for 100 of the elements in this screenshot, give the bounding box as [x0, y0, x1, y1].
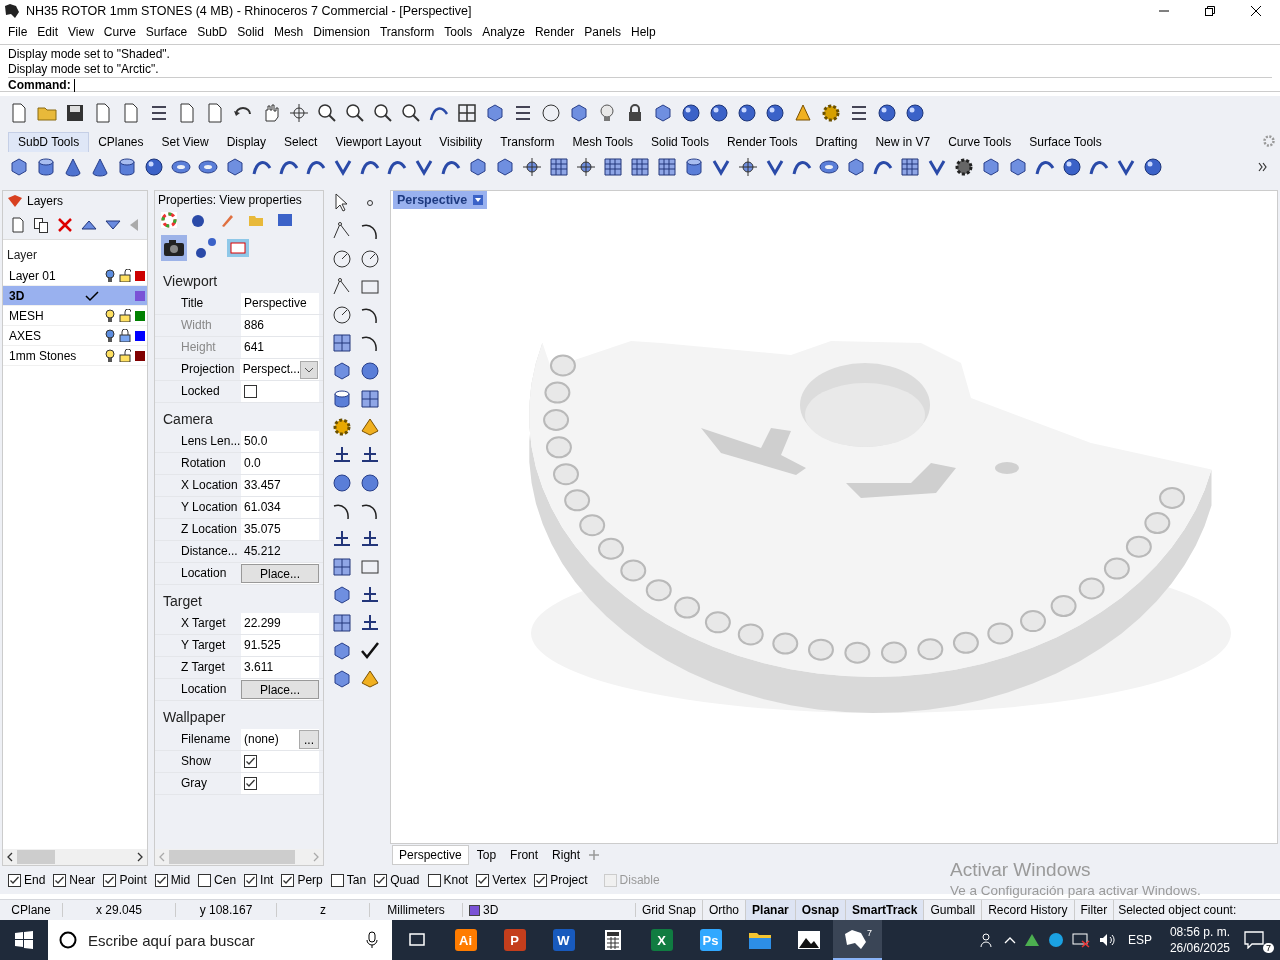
tray-app-icon[interactable] [1023, 932, 1040, 948]
chevron-up-icon[interactable] [1003, 936, 1016, 944]
checkbox-label[interactable]: End [24, 873, 46, 887]
menu-item[interactable]: Analyze [477, 25, 530, 39]
property-field[interactable]: 22.299 [241, 613, 319, 634]
toolbar-tab[interactable]: Solid Tools [642, 133, 718, 152]
gear-icon[interactable] [953, 156, 975, 178]
crosshair-icon[interactable] [737, 156, 759, 178]
color-swatch[interactable] [135, 290, 145, 301]
cylinder-icon[interactable] [116, 156, 138, 178]
grid-icon[interactable] [548, 156, 570, 178]
viewport-tab[interactable]: Perspective [392, 845, 469, 865]
checkbox[interactable] [244, 385, 257, 398]
toolbar-tab[interactable]: Visibility [430, 133, 492, 152]
checkbox-label[interactable]: Int [260, 873, 274, 887]
search-icon[interactable] [316, 102, 338, 124]
cone-icon[interactable] [359, 668, 381, 690]
circle-icon[interactable] [359, 248, 381, 270]
molecule-icon[interactable] [193, 235, 219, 261]
status-toggle[interactable]: SmartTrack [846, 900, 925, 920]
checkbox-label[interactable]: Point [119, 873, 147, 887]
checkbox[interactable] [103, 873, 117, 887]
viewport-label[interactable]: Perspective [393, 191, 488, 209]
place-button[interactable]: Place... [241, 564, 319, 583]
checkbox-label[interactable]: Vertex [492, 873, 527, 887]
grid-icon[interactable] [331, 332, 353, 354]
checkbox[interactable] [244, 873, 258, 887]
taskbar-app[interactable]: 7 [833, 920, 882, 960]
taskbar-app[interactable]: X [637, 920, 686, 960]
grid-icon[interactable] [656, 156, 678, 178]
cube-icon[interactable] [1007, 156, 1029, 178]
dropdown-arrow-icon[interactable] [473, 195, 484, 205]
menu-item[interactable]: Solid [232, 25, 269, 39]
cube-icon[interactable] [331, 668, 353, 690]
filename-field[interactable]: (none) [241, 729, 299, 750]
brush-icon[interactable] [219, 212, 235, 228]
crosshair-icon[interactable] [521, 156, 543, 178]
new-layer-icon[interactable] [11, 217, 25, 233]
move-up-icon[interactable] [81, 219, 97, 231]
property-field[interactable]: 35.075 [241, 519, 319, 540]
cone-icon[interactable] [792, 102, 814, 124]
sphere-icon[interactable] [904, 102, 926, 124]
command-field[interactable]: Command: [8, 77, 1272, 93]
menu-item[interactable]: Edit [32, 25, 64, 39]
checkbox-label[interactable]: Perp [297, 873, 323, 887]
toolbar-tab[interactable]: Display [217, 133, 275, 152]
circle-icon[interactable] [331, 248, 353, 270]
layer-row[interactable]: MESH [3, 306, 147, 326]
bulb-icon[interactable] [105, 328, 115, 343]
cube-icon[interactable] [568, 102, 590, 124]
grid-icon[interactable] [629, 156, 651, 178]
sphere-icon[interactable] [359, 472, 381, 494]
color-swatch[interactable] [135, 350, 145, 361]
cube-icon[interactable] [331, 360, 353, 382]
menu-item[interactable]: File [3, 25, 33, 39]
sphere-icon[interactable] [331, 472, 353, 494]
gear-icon[interactable] [331, 416, 353, 438]
lock-icon[interactable] [119, 309, 131, 322]
browse-button[interactable]: ... [299, 730, 319, 749]
microphone-icon[interactable] [366, 931, 378, 949]
checkbox[interactable] [244, 777, 257, 790]
color-wheel-icon[interactable] [161, 212, 177, 228]
checkbox-label[interactable]: Knot [443, 873, 469, 887]
grid-icon[interactable] [331, 612, 353, 634]
lock-icon[interactable] [119, 329, 131, 342]
checkbox-label[interactable]: Near [69, 873, 96, 887]
toolbar-tab[interactable]: Transform [491, 133, 564, 152]
sphere-icon[interactable] [764, 102, 786, 124]
camera-icon[interactable] [161, 235, 187, 261]
lock-icon[interactable] [119, 269, 131, 282]
toolbar-tab[interactable]: Drafting [806, 133, 867, 152]
sphere-icon[interactable] [876, 102, 898, 124]
toolbar-tab[interactable]: Render Tools [717, 133, 807, 152]
units-cell[interactable]: Millimeters [370, 903, 463, 917]
cube-icon[interactable] [331, 584, 353, 606]
toolbar-tab[interactable]: New in V7 [866, 133, 940, 152]
scroll-right-icon[interactable] [136, 852, 144, 862]
viewport-tab[interactable]: Front [504, 846, 545, 864]
viewport-tab[interactable]: Right [546, 846, 587, 864]
sphere-icon[interactable] [736, 102, 758, 124]
toolbar-tab[interactable]: Mesh Tools [563, 133, 643, 152]
menu-item[interactable]: Panels [579, 25, 626, 39]
checkbox[interactable] [154, 873, 168, 887]
grid-icon[interactable] [359, 388, 381, 410]
menu-item[interactable]: Mesh [268, 25, 309, 39]
cube-icon[interactable] [494, 156, 516, 178]
volume-icon[interactable] [1097, 932, 1116, 948]
move-down-icon[interactable] [105, 219, 121, 231]
checkbox-label[interactable]: Cen [214, 873, 237, 887]
bulb-icon[interactable] [105, 268, 115, 283]
sphere-icon[interactable] [1142, 156, 1164, 178]
cylinder-icon[interactable] [683, 156, 705, 178]
toolbar-tab[interactable]: Viewport Layout [326, 133, 431, 152]
circle-icon[interactable] [331, 304, 353, 326]
sphere-icon[interactable] [680, 102, 702, 124]
color-swatch[interactable] [135, 310, 145, 321]
clock[interactable]: 08:56 p. m. 26/06/2025 [1169, 924, 1230, 956]
checkbox[interactable] [8, 873, 21, 887]
current-layer-cell[interactable]: 3D [463, 903, 636, 917]
menu-item[interactable]: Surface [140, 25, 193, 39]
